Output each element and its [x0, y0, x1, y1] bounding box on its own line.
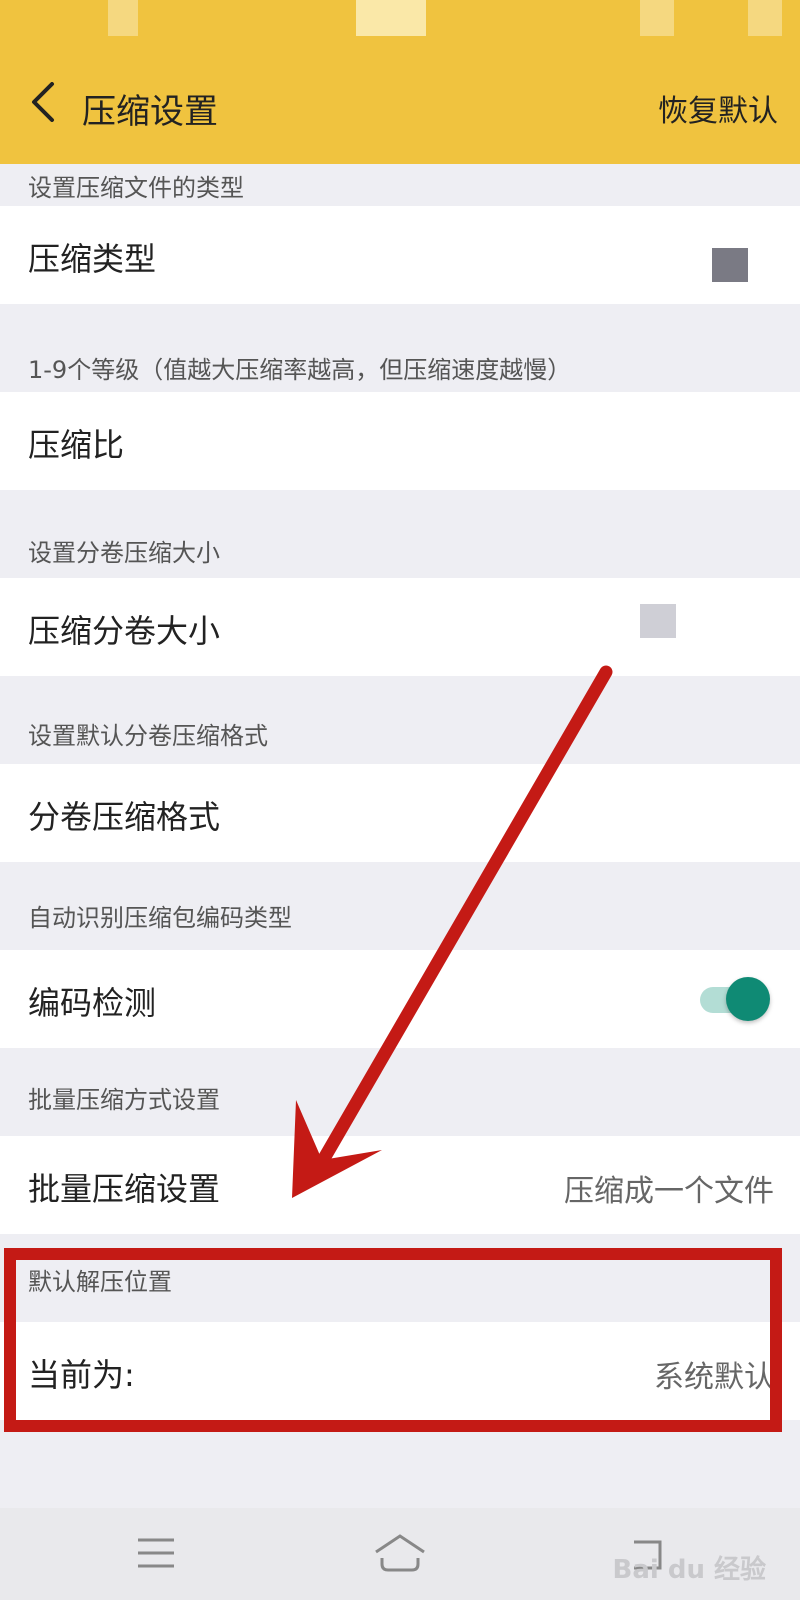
annotation-arrow [292, 665, 613, 1198]
menu-icon [138, 1538, 174, 1568]
home-icon [375, 1534, 425, 1572]
menu-button[interactable] [126, 1528, 186, 1578]
home-button[interactable] [370, 1528, 430, 1578]
watermark: Bai du 经验 [612, 1555, 767, 1585]
